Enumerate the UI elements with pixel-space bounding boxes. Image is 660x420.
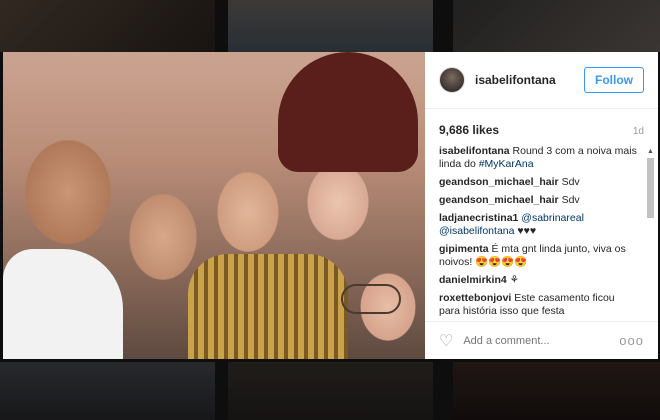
comment-item: gipimenta É mta gnt linda junto, viva os…	[439, 243, 638, 269]
follow-button[interactable]: Follow	[584, 67, 644, 93]
comment-composer: ♡ ooo	[425, 321, 658, 359]
post-modal: isabelifontana Follow 9,686 likes 1d isa…	[3, 52, 658, 359]
comment-item: geandson_michael_hair Sdv	[439, 176, 638, 189]
comment-item: isabelifontana Round 3 com a noiva mais …	[439, 145, 638, 171]
comment-username[interactable]: isabelifontana	[439, 145, 510, 157]
post-photo[interactable]	[3, 52, 425, 359]
comment-username[interactable]: ladjanecristina1	[439, 212, 518, 224]
comment-username[interactable]: roxettebonjovi	[439, 292, 511, 304]
post-username[interactable]: isabelifontana	[475, 73, 584, 87]
avatar[interactable]	[439, 67, 465, 93]
comment-username[interactable]: gipimenta	[439, 243, 489, 255]
likes-count[interactable]: 9,686 likes	[439, 123, 499, 137]
comment-item: ladjanecristina1 @sabrinareal @isabelifo…	[439, 212, 638, 238]
heart-icon[interactable]: ♡	[439, 331, 453, 351]
comment-text: ♥♥♥	[517, 225, 537, 237]
comment-hashtag[interactable]: #MyKarAna	[479, 158, 534, 170]
post-header: isabelifontana Follow	[425, 52, 658, 109]
more-options-icon[interactable]: ooo	[619, 333, 644, 348]
add-comment-input[interactable]	[463, 334, 620, 347]
comment-text: ⚘	[509, 274, 520, 286]
post-age[interactable]: 1d	[633, 126, 644, 137]
comments-list[interactable]: isabelifontana Round 3 com a noiva mais …	[425, 141, 658, 321]
scroll-up-icon[interactable]: ▲	[646, 148, 655, 156]
comment-item: roxettebonjovi Este casamento ficou para…	[439, 292, 638, 318]
photo-detail	[341, 284, 401, 314]
comment-item: danielmirkin4 ⚘	[439, 274, 638, 287]
comments-scrollbar[interactable]: ▲	[646, 148, 655, 308]
scrollbar-thumb[interactable]	[647, 158, 654, 218]
comment-item: geandson_michael_hair Sdv	[439, 194, 638, 207]
comment-username[interactable]: geandson_michael_hair	[439, 194, 559, 206]
photo-detail	[188, 254, 348, 359]
comment-username[interactable]: geandson_michael_hair	[439, 176, 559, 188]
photo-detail	[278, 52, 418, 172]
comment-text: Sdv	[561, 176, 580, 188]
post-meta: 9,686 likes 1d	[425, 109, 658, 141]
photo-detail	[3, 249, 123, 359]
comment-text: Sdv	[561, 194, 580, 206]
comment-username[interactable]: danielmirkin4	[439, 274, 507, 286]
post-side-panel: isabelifontana Follow 9,686 likes 1d isa…	[425, 52, 658, 359]
